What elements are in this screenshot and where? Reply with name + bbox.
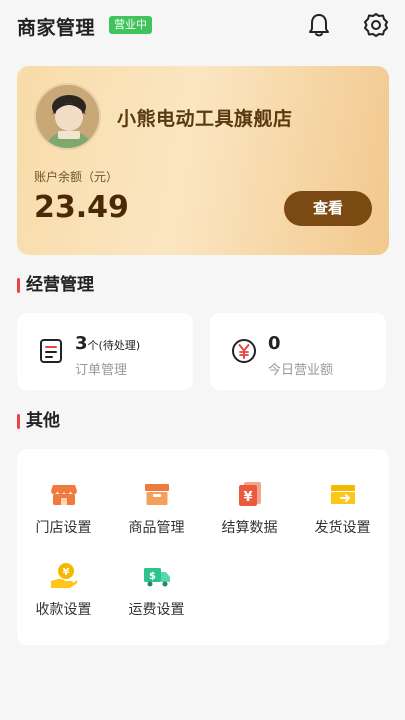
view-balance-button[interactable]: 查看 bbox=[284, 191, 372, 226]
settlement-icon: ¥ bbox=[238, 482, 261, 506]
revenue-label: 今日营业额 bbox=[268, 363, 334, 378]
grid-item-settlement-data[interactable]: ¥ 结算数据 bbox=[203, 479, 296, 537]
balance-card: 小熊电动工具旗舰店 账户余额（元） 23.49 查看 bbox=[17, 66, 389, 255]
revenue-value: 0 bbox=[268, 333, 281, 354]
grid-label: 结算数据 bbox=[221, 520, 278, 536]
svg-text:¥: ¥ bbox=[62, 567, 69, 578]
revenue-card[interactable]: 0 今日营业额 bbox=[210, 313, 386, 390]
bell-icon[interactable] bbox=[305, 11, 333, 39]
section-title-others: 其他 bbox=[17, 411, 60, 431]
grid-label: 发货设置 bbox=[314, 520, 371, 536]
payment-icon: ¥ bbox=[50, 563, 77, 588]
truck-icon: $ bbox=[143, 568, 170, 587]
orders-card[interactable]: 3个(待处理) 订单管理 bbox=[17, 313, 193, 390]
grid-label: 门店设置 bbox=[35, 520, 92, 536]
grid-item-shipping-settings[interactable]: 发货设置 bbox=[296, 479, 389, 537]
grid-label: 商品管理 bbox=[128, 520, 185, 536]
balance-label: 账户余额（元） bbox=[34, 170, 119, 184]
header-bar: 商家管理 营业中 bbox=[0, 0, 405, 52]
grid-item-store-settings[interactable]: 门店设置 bbox=[17, 479, 110, 537]
status-badge: 营业中 bbox=[109, 16, 152, 34]
store-icon bbox=[50, 485, 77, 505]
section-title-business: 经营管理 bbox=[17, 275, 94, 295]
shop-name: 小熊电动工具旗舰店 bbox=[117, 108, 293, 130]
grid-item-product-management[interactable]: 商品管理 bbox=[110, 479, 203, 537]
gear-icon[interactable] bbox=[362, 11, 390, 39]
shipping-icon bbox=[330, 485, 355, 504]
others-grid: 门店设置 商品管理 ¥ 结算数据 发货设置 ¥ 收款设置 $ 运费设置 bbox=[17, 449, 389, 645]
box-icon bbox=[144, 484, 169, 505]
orders-count-row: 3个(待处理) bbox=[75, 333, 140, 354]
grid-label: 运费设置 bbox=[128, 602, 185, 618]
balance-value: 23.49 bbox=[34, 190, 129, 225]
shop-avatar[interactable] bbox=[34, 83, 101, 150]
orders-count-sub: 个(待处理) bbox=[87, 339, 141, 352]
order-list-icon bbox=[40, 339, 62, 363]
orders-count: 3 bbox=[75, 333, 88, 354]
orders-label: 订单管理 bbox=[75, 363, 128, 378]
grid-item-payment-settings[interactable]: ¥ 收款设置 bbox=[17, 561, 110, 619]
yuan-icon bbox=[232, 339, 256, 363]
page-title: 商家管理 bbox=[17, 17, 96, 39]
grid-label: 收款设置 bbox=[35, 602, 92, 618]
avatar-illustration bbox=[36, 85, 99, 148]
svg-text:¥: ¥ bbox=[243, 490, 252, 505]
grid-item-freight-settings[interactable]: $ 运费设置 bbox=[110, 561, 203, 619]
svg-text:$: $ bbox=[149, 571, 156, 582]
